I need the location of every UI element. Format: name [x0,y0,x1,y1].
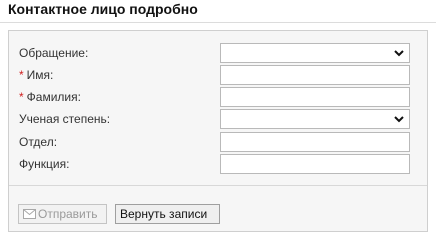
chevron-down-icon [394,50,404,57]
department-label: Отдел: [19,135,58,149]
chevron-down-icon [394,116,404,123]
title-divider [0,22,436,23]
send-button-label: Отправить [38,207,98,221]
function-input[interactable] [220,154,410,174]
last-name-input[interactable] [220,87,410,107]
page-title: Контактное лицо подробно [8,1,198,17]
send-button[interactable]: Отправить [18,204,107,224]
actions-divider [9,185,427,186]
form-row-function: Функция: [9,154,427,174]
salutation-select[interactable] [220,43,410,63]
form-row-salutation: Обращение: [9,43,427,63]
salutation-label: Обращение: [19,46,89,60]
degree-label: Ученая степень: [19,112,111,126]
function-label: Функция: [19,157,70,171]
form-row-first-name: * Имя: [9,65,427,85]
form-row-department: Отдел: [9,132,427,152]
return-records-label: Вернуть записи [120,207,208,221]
department-input[interactable] [220,132,410,152]
contact-details-form: Обращение: * Имя: * Фамилия: Ученая степен… [8,30,428,232]
degree-select[interactable] [220,109,410,129]
required-mark: * [19,68,24,82]
form-row-degree: Ученая степень: [9,109,427,129]
form-row-last-name: * Фамилия: [9,87,427,107]
first-name-input[interactable] [220,65,410,85]
required-mark: * [19,90,24,104]
envelope-icon [23,209,36,219]
last-name-label: * Фамилия: [19,90,81,104]
first-name-label: * Имя: [19,68,54,82]
return-records-button[interactable]: Вернуть записи [115,204,220,224]
